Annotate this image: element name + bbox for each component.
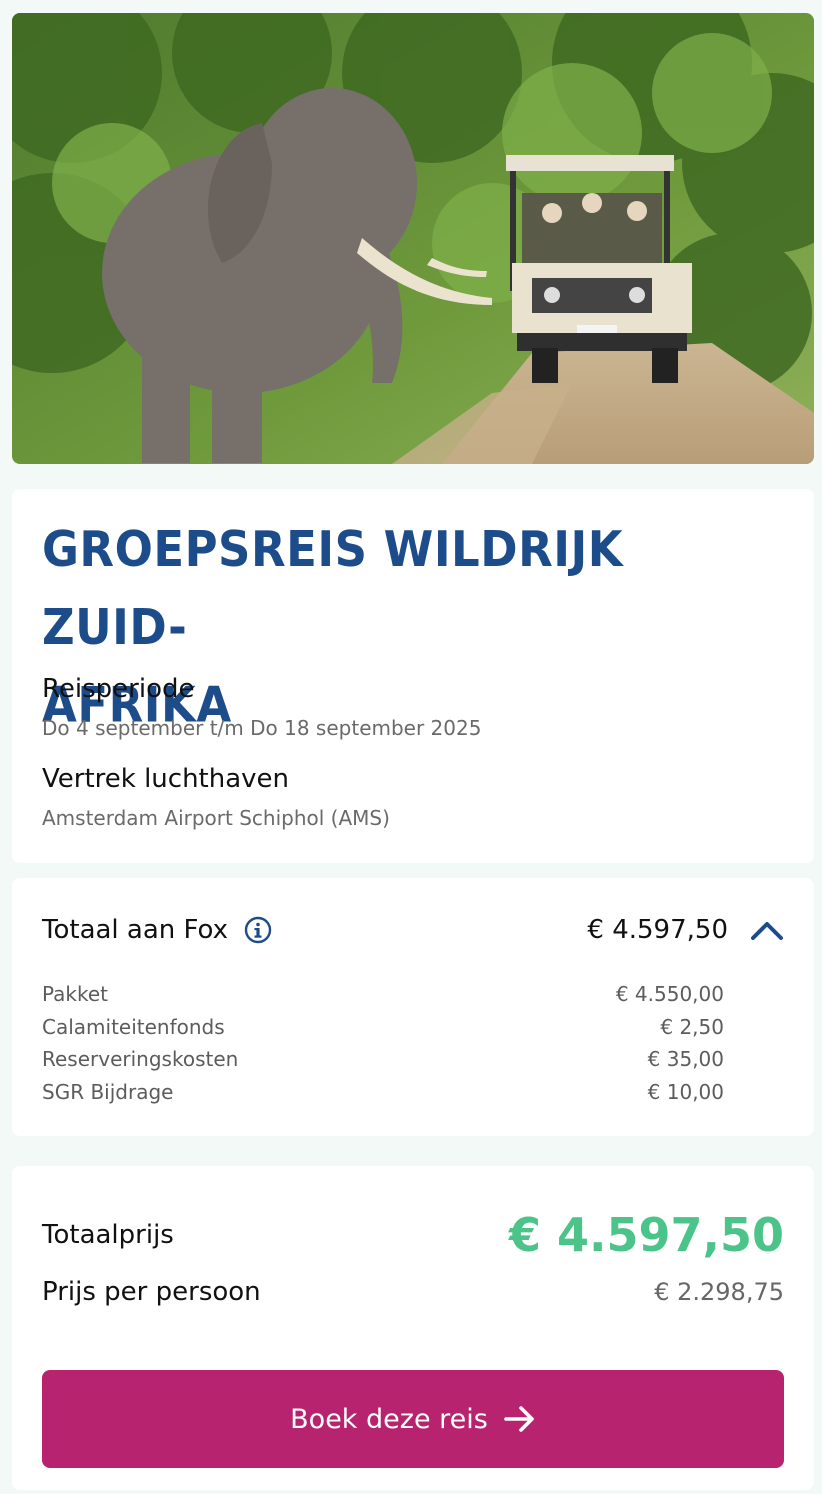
total-price-card: Totaalprijs € 4.597,50 Prijs per persoon… (12, 1166, 814, 1490)
price-line-value: € 35,00 (647, 1047, 724, 1071)
fox-total-header[interactable]: Totaal aan Fox € 4.597,50 (42, 910, 784, 950)
book-trip-button[interactable]: Boek deze reis (42, 1370, 784, 1468)
arrow-right-icon (504, 1406, 534, 1432)
price-line-calamiteitenfonds: Calamiteitenfonds € 2,50 (42, 1015, 724, 1048)
trip-info-card: GROEPSREIS WILDRIJK ZUID- AFRIKA Reisper… (12, 489, 814, 863)
price-line-value: € 2,50 (660, 1014, 724, 1039)
price-line-sgr-bijdrage: SGR Bijdrage € 10,00 (42, 1080, 724, 1113)
price-per-person-value: € 2.298,75 (654, 1278, 784, 1306)
price-line-label: Calamiteitenfonds (42, 1014, 225, 1039)
price-line-label: Reserveringskosten (42, 1047, 239, 1071)
info-icon[interactable] (244, 916, 272, 944)
price-line-label: Pakket (42, 982, 109, 1006)
price-line-reserveringskosten: Reserveringskosten € 35,00 (42, 1047, 724, 1080)
fox-total-card: Totaal aan Fox € 4.597,50 Pakket € 4.550… (12, 878, 814, 1136)
book-trip-label: Boek deze reis (290, 1403, 488, 1435)
price-breakdown-list: Pakket € 4.550,00 Calamiteitenfonds € 2,… (42, 982, 724, 1112)
price-line-pakket: Pakket € 4.550,00 (42, 982, 724, 1015)
fox-total-amount: € 4.597,50 (587, 915, 728, 945)
price-line-value: € 4.550,00 (615, 982, 724, 1006)
total-price-row: Totaalprijs € 4.597,50 (42, 1208, 784, 1262)
chevron-up-icon[interactable] (750, 919, 784, 941)
fox-total-title: Totaal aan Fox (42, 915, 229, 945)
trip-title: GROEPSREIS WILDRIJK ZUID- AFRIKA (42, 511, 784, 744)
period-value: Do 4 september t/m Do 18 september 2025 (42, 716, 482, 740)
trip-title-line1: GROEPSREIS WILDRIJK ZUID- (42, 520, 624, 656)
hero-image (12, 13, 814, 464)
price-per-person-row: Prijs per persoon € 2.298,75 (42, 1274, 784, 1310)
price-line-value: € 10,00 (647, 1079, 724, 1104)
total-price-value: € 4.597,50 (508, 1208, 784, 1262)
period-label: Reisperiode (42, 674, 195, 704)
airport-value: Amsterdam Airport Schiphol (AMS) (42, 806, 390, 830)
price-per-person-label: Prijs per persoon (42, 1277, 261, 1307)
safari-photo (12, 13, 814, 464)
total-price-label: Totaalprijs (42, 1220, 174, 1250)
price-line-label: SGR Bijdrage (42, 1079, 174, 1104)
airport-label: Vertrek luchthaven (42, 764, 290, 794)
